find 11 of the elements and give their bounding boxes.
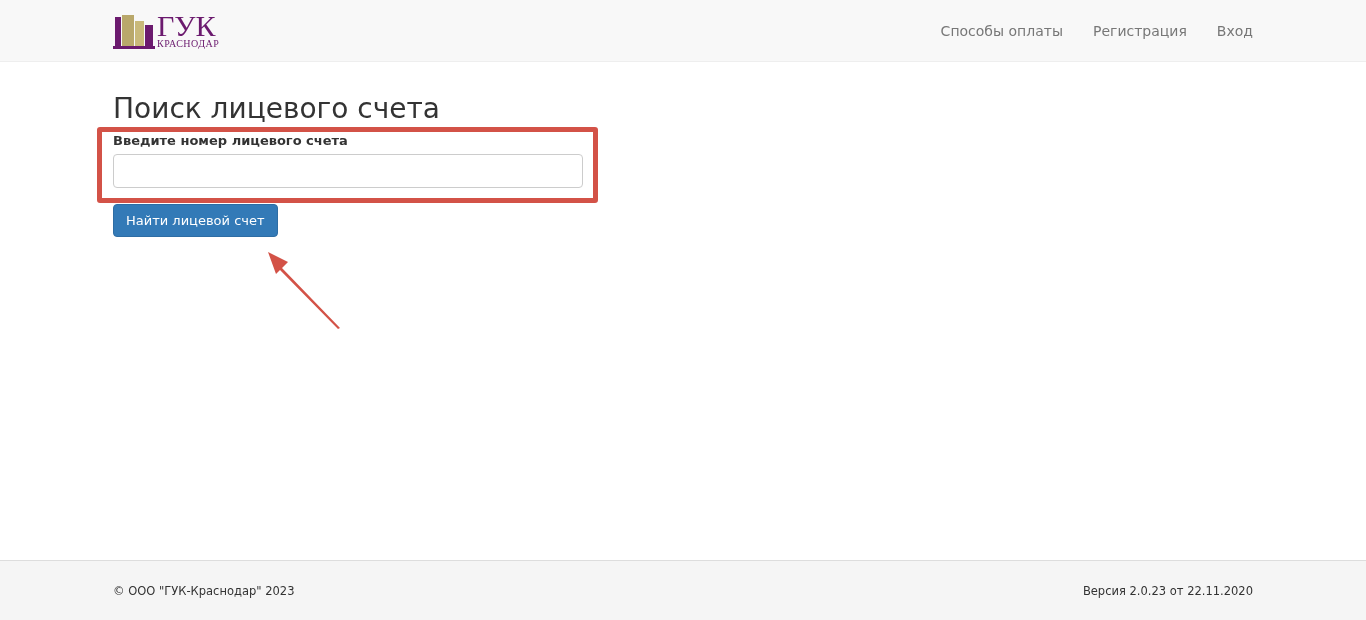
search-button[interactable]: Найти лицевой счет bbox=[113, 204, 278, 237]
nav-link[interactable]: Регистрация bbox=[1092, 22, 1187, 39]
page-title: Поиск лицевого счета bbox=[113, 92, 441, 125]
nav-link[interactable]: Вход bbox=[1216, 22, 1253, 39]
field-label: Введите номер лицевого счета bbox=[113, 133, 349, 148]
nav-link[interactable]: Способы оплаты bbox=[940, 22, 1063, 39]
logo[interactable]: ГУК КРАСНОДАР bbox=[113, 12, 220, 49]
copyright-text: © ООО "ГУК-Краснодар" 2023 bbox=[113, 583, 295, 598]
account-number-field[interactable] bbox=[113, 154, 583, 188]
version-text: Версия 2.0.23 от 22.11.2020 bbox=[1082, 583, 1253, 598]
building-icon bbox=[113, 12, 155, 49]
